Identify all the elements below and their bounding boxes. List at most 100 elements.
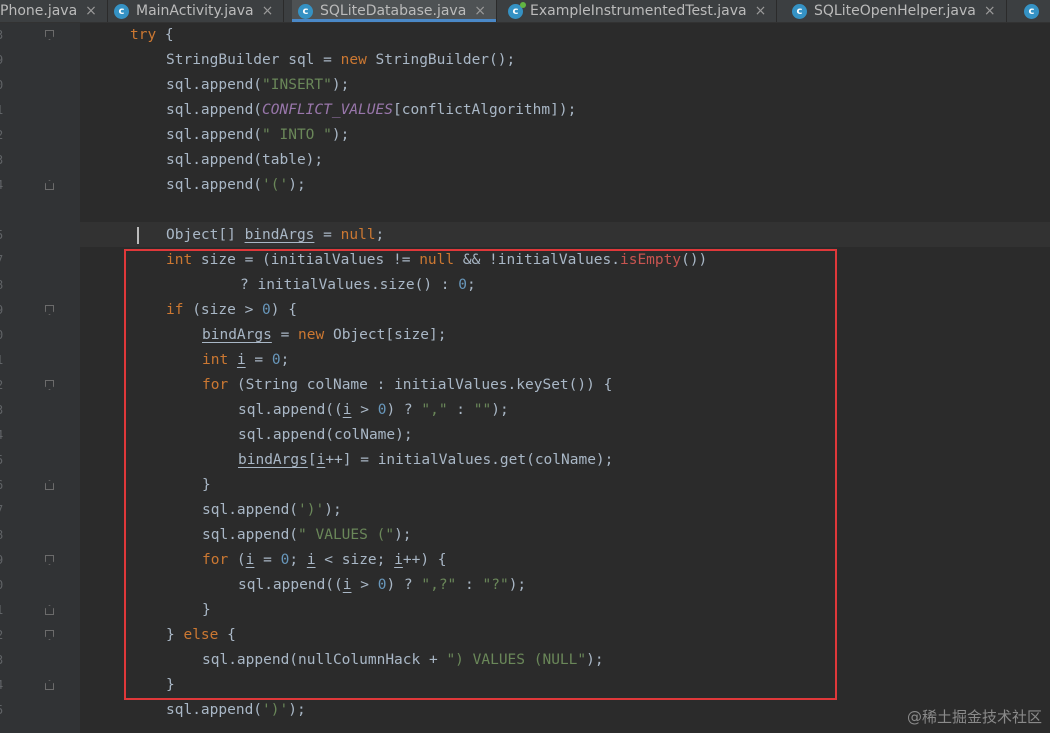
- code-token: Object[size];: [324, 327, 447, 343]
- line-number: 9: [0, 548, 10, 573]
- code-line: sql.append(" INTO ");: [166, 123, 349, 148]
- code-token: {: [156, 27, 174, 43]
- line-number: 5: [0, 223, 10, 248]
- code-line: int i = 0;: [202, 348, 289, 373]
- code-token: for: [202, 552, 229, 568]
- close-icon[interactable]: ×: [474, 3, 486, 19]
- close-icon[interactable]: ×: [262, 3, 274, 19]
- code-token: ;: [466, 277, 476, 293]
- code-token: StringBuilder sql =: [166, 52, 341, 68]
- code-line: Object[] bindArgs = null;: [166, 223, 384, 248]
- code-token: sql.append(: [202, 502, 299, 518]
- code-token: ;: [280, 352, 290, 368]
- code-token: );: [288, 177, 306, 193]
- line-number: 2: [0, 373, 10, 398]
- fold-end-icon[interactable]: [45, 180, 54, 190]
- code-token: }: [202, 602, 211, 618]
- fold-collapse-icon[interactable]: [45, 305, 54, 315]
- code-token: =: [245, 352, 272, 368]
- close-icon[interactable]: ×: [85, 3, 97, 19]
- code-token: try: [130, 27, 157, 43]
- code-token: size = (initialValues !=: [192, 252, 420, 268]
- line-number: 1: [0, 98, 10, 123]
- code-token: " VALUES (": [298, 527, 395, 543]
- fold-end-icon[interactable]: [45, 480, 54, 490]
- close-icon[interactable]: ×: [755, 3, 767, 19]
- code-token: [: [307, 452, 317, 468]
- code-token: if: [166, 302, 184, 318]
- line-number: 0: [0, 73, 10, 98]
- code-token: sql.append(: [166, 177, 263, 193]
- class-icon: c: [114, 3, 129, 19]
- code-token: ;: [289, 552, 307, 568]
- line-number: 9: [0, 48, 10, 73]
- code-token: else: [183, 627, 219, 643]
- tab-sqliteopenhelper[interactable]: c SQLiteOpenHelper.java ×: [786, 0, 1007, 22]
- code-token: bindArgs: [238, 452, 308, 468]
- code-line: sql.append(nullColumnHack + ") VALUES (N…: [202, 648, 604, 673]
- line-number: 3: [0, 648, 10, 673]
- code-token: sql.append(: [166, 102, 263, 118]
- code-line: sql.append(CONFLICT_VALUES[conflictAlgor…: [166, 98, 576, 123]
- fold-collapse-icon[interactable]: [45, 30, 54, 40]
- code-line: ? initialValues.size() : 0;: [240, 273, 476, 298]
- code-line: }: [202, 473, 211, 498]
- code-token: );: [508, 577, 527, 593]
- code-token: && !initialValues.: [454, 252, 620, 268]
- line-number: 0: [0, 323, 10, 348]
- fold-end-icon[interactable]: [45, 605, 54, 615]
- text-caret: [137, 227, 139, 244]
- code-token: =: [271, 327, 299, 343]
- tab-mainactivity[interactable]: c MainActivity.java ×: [108, 0, 285, 22]
- code-token: sql.append(nullColumnHack +: [202, 652, 447, 668]
- line-number: 1: [0, 598, 10, 623]
- fold-collapse-icon[interactable]: [45, 630, 54, 640]
- tab-overflow[interactable]: c: [1018, 0, 1050, 22]
- line-number: 3: [0, 23, 10, 48]
- test-badge-icon: [520, 1, 526, 8]
- code-token: ++] = initialValues.get(colName);: [325, 452, 614, 468]
- line-number: 7: [0, 498, 10, 523]
- code-line: for (i = 0; i < size; i++) {: [202, 548, 447, 573]
- code-line: for (String colName : initialValues.keyS…: [202, 373, 612, 398]
- code-token: i: [342, 577, 352, 593]
- code-token: ;: [375, 227, 385, 243]
- code-token: }: [166, 677, 175, 693]
- code-token: bindArgs: [202, 327, 272, 343]
- code-line: if (size > 0) {: [166, 298, 297, 323]
- code-editor[interactable]: try {StringBuilder sql = new StringBuild…: [80, 23, 1050, 733]
- line-number: 3: [0, 148, 10, 173]
- code-token: " INTO ": [262, 127, 332, 143]
- code-token: :: [447, 402, 474, 418]
- close-icon[interactable]: ×: [984, 3, 996, 19]
- code-token: int: [202, 352, 229, 368]
- tab-sqlitedatabase[interactable]: c SQLiteDatabase.java ×: [292, 0, 498, 22]
- line-number: 5: [0, 698, 10, 723]
- code-token: "": [473, 402, 492, 418]
- code-token: ? initialValues.size() :: [240, 277, 459, 293]
- code-token: );: [491, 402, 509, 418]
- fold-collapse-icon[interactable]: [45, 555, 54, 565]
- code-token: :: [456, 577, 483, 593]
- code-token: StringBuilder();: [366, 52, 516, 68]
- tab-label: Phone.java: [0, 3, 78, 19]
- code-line: sql.append("INSERT");: [166, 73, 349, 98]
- code-token: "INSERT": [262, 77, 332, 93]
- code-token: =: [254, 552, 281, 568]
- fold-end-icon[interactable]: [45, 680, 54, 690]
- tab-exampleinstrumentedtest[interactable]: c ExampleInstrumentedTest.java ×: [502, 0, 778, 22]
- code-token: ) {: [270, 302, 297, 318]
- code-token: sql.append(: [166, 127, 263, 143]
- line-number: 8: [0, 273, 10, 298]
- code-line: sql.append('(');: [166, 173, 306, 198]
- code-token: for: [202, 377, 229, 393]
- code-line: bindArgs = new Object[size];: [202, 323, 446, 348]
- code-token: {: [218, 627, 236, 643]
- line-number: 5: [0, 448, 10, 473]
- code-line: }: [166, 673, 175, 698]
- fold-collapse-icon[interactable]: [45, 380, 54, 390]
- code-token: =: [314, 227, 341, 243]
- tab-phone[interactable]: Phone.java ×: [0, 0, 108, 22]
- code-token: ) ?: [386, 402, 422, 418]
- code-line: sql.append(colName);: [238, 423, 413, 448]
